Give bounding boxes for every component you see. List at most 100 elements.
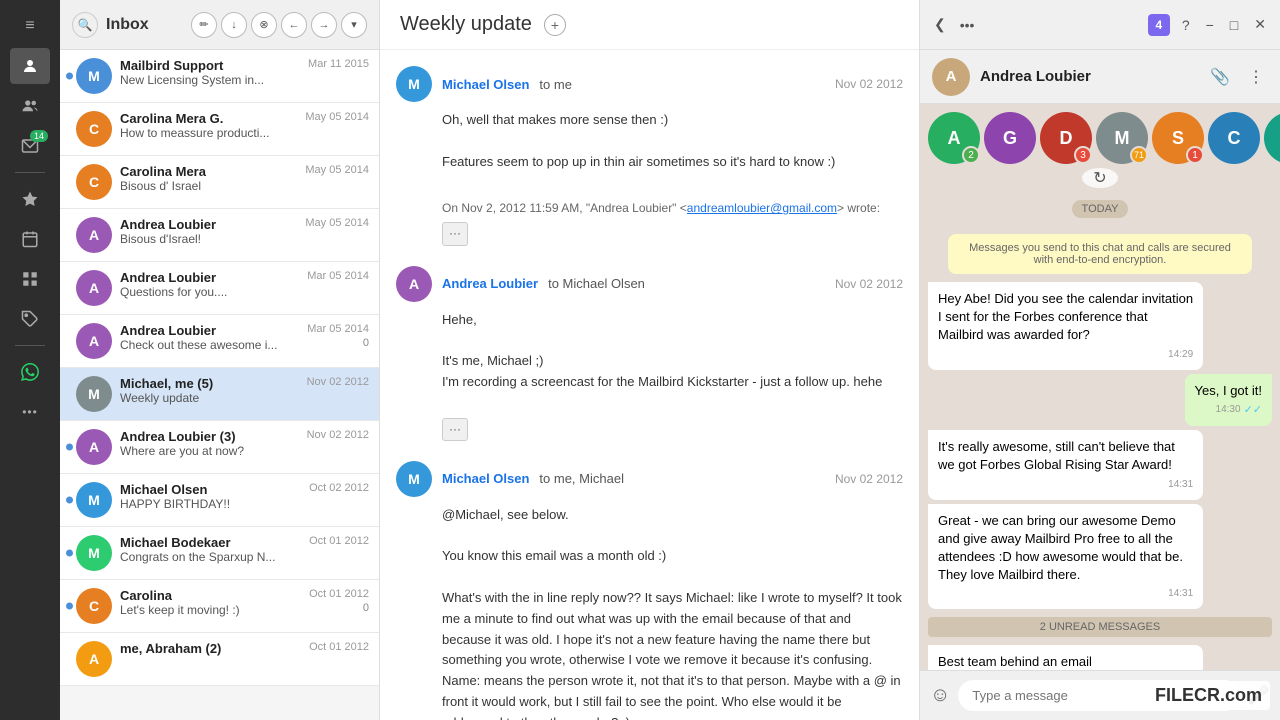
email-subject: Congrats on the Sparxup N... — [120, 550, 309, 564]
email-item-5[interactable]: A Andrea Loubier Questions for you.... M… — [60, 262, 379, 315]
avatar: M — [76, 376, 112, 412]
email-item-1[interactable]: M Mailbird Support New Licensing System … — [60, 50, 379, 103]
email-item-2[interactable]: C Carolina Mera G. How to meassure produ… — [60, 103, 379, 156]
sidebar-more[interactable]: ••• — [10, 394, 50, 430]
email-item-4[interactable]: A Andrea Loubier Bisous d'Israel! May 05… — [60, 209, 379, 262]
sidebar-contacts[interactable] — [10, 88, 50, 124]
email-date: Mar 05 2014 — [307, 323, 369, 335]
email-content: Andrea Loubier (3) Where are you at now? — [120, 429, 307, 458]
email-item-8[interactable]: A Andrea Loubier (3) Where are you at no… — [60, 421, 379, 474]
email-sender: Andrea Loubier — [120, 323, 307, 338]
close-button[interactable]: ✕ — [1250, 12, 1270, 37]
chat-dots-button[interactable]: ••• — [956, 13, 979, 37]
refresh-button[interactable]: ↻ — [1082, 168, 1118, 188]
expand-quote-button[interactable]: ··· — [442, 222, 468, 245]
mic-button[interactable]: 🎤 — [1248, 685, 1270, 706]
unread-messages-divider: 2 UNREAD MESSAGES — [928, 617, 1272, 637]
msg-line: Hehe, — [442, 310, 903, 331]
add-thread-button[interactable]: + — [544, 14, 566, 36]
email-content: me, Abraham (2) — [120, 641, 309, 656]
contact-badge: 2 — [962, 146, 980, 164]
attach-icon[interactable]: 📎 — [1206, 63, 1234, 91]
chat-date-divider: TODAY — [928, 200, 1272, 218]
chat-input[interactable] — [958, 680, 1239, 711]
email-item-9[interactable]: M Michael Olsen HAPPY BIRTHDAY!! Oct 02 … — [60, 474, 379, 527]
bubble-time: 14:29 — [938, 348, 1193, 362]
forward-button[interactable]: → — [311, 12, 337, 38]
contact-2[interactable]: G — [984, 112, 1036, 164]
sidebar-hamburger[interactable]: ≡ — [10, 8, 50, 44]
delete-button[interactable]: ⊗ — [251, 12, 277, 38]
contact-7[interactable]: B — [1264, 112, 1280, 164]
sidebar-mail[interactable]: 14 — [10, 128, 50, 164]
message-block-1: M Michael Olsen to me Nov 02 2012 Oh, we… — [396, 66, 903, 246]
email-sender: Andrea Loubier — [120, 217, 305, 232]
email-meta: May 05 2014 — [305, 217, 369, 229]
avatar: A — [76, 641, 112, 677]
compose-button[interactable]: ✏ — [191, 12, 217, 38]
email-content: Mailbird Support New Licensing System in… — [120, 58, 308, 87]
chat-bubble-2: Yes, I got it! 14:30 ✓✓ — [1185, 374, 1272, 427]
contact-badge: 71 — [1130, 146, 1148, 164]
msg-sender: Andrea Loubier — [442, 276, 538, 291]
thread-messages: M Michael Olsen to me Nov 02 2012 Oh, we… — [380, 50, 919, 720]
msg-body: Oh, well that makes more sense then :) F… — [396, 110, 903, 246]
emoji-button[interactable]: ☺ — [930, 684, 950, 707]
msg-line: It's me, Michael ;) — [442, 351, 903, 372]
sidebar-calendar[interactable] — [10, 221, 50, 257]
chat-back-button[interactable]: ❮ — [930, 12, 950, 37]
contact-5[interactable]: S 1 — [1152, 112, 1204, 164]
sidebar: ≡ 14 ••• — [0, 0, 60, 720]
search-button[interactable]: 🔍 — [72, 12, 98, 38]
email-date: May 05 2014 — [305, 164, 369, 176]
contact-avatar: B — [1264, 112, 1280, 164]
email-date: Mar 05 2014 — [307, 270, 369, 282]
bubble-time: 14:31 — [938, 478, 1193, 492]
contact-6[interactable]: C — [1208, 112, 1260, 164]
msg-avatar: M — [396, 461, 432, 497]
sidebar-star[interactable] — [10, 181, 50, 217]
contact-1[interactable]: A 2 — [928, 112, 980, 164]
encryption-notice: Messages you send to this chat and calls… — [948, 234, 1252, 274]
email-subject: Check out these awesome i... — [120, 338, 307, 352]
avatar: M — [76, 58, 112, 94]
sidebar-whatsapp[interactable] — [10, 354, 50, 390]
unread-dot — [66, 444, 73, 451]
email-content: Andrea Loubier Bisous d'Israel! — [120, 217, 305, 246]
email-item-11[interactable]: C Carolina Let's keep it moving! :) Oct … — [60, 580, 379, 633]
bubble-time: 14:30 ✓✓ — [1195, 403, 1262, 418]
msg-to: to me — [539, 77, 572, 92]
email-item-12[interactable]: A me, Abraham (2) Oct 01 2012 — [60, 633, 379, 686]
more-button[interactable]: ▾ — [341, 12, 367, 38]
email-item-7[interactable]: M Michael, me (5) Weekly update Nov 02 2… — [60, 368, 379, 421]
email-item-3[interactable]: C Carolina Mera Bisous d' Israel May 05 … — [60, 156, 379, 209]
msg-line: @Michael, see below. — [442, 505, 903, 526]
email-content: Michael Bodekaer Congrats on the Sparxup… — [120, 535, 309, 564]
msg-sender: Michael Olsen — [442, 471, 529, 486]
sidebar-apps[interactable] — [10, 261, 50, 297]
email-count: 0 — [363, 602, 369, 614]
contact-4[interactable]: M 71 — [1096, 112, 1148, 164]
email-content: Carolina Mera Bisous d' Israel — [120, 164, 305, 193]
contact-3[interactable]: D 3 — [1040, 112, 1092, 164]
email-item-6[interactable]: A Andrea Loubier Check out these awesome… — [60, 315, 379, 368]
maximize-button[interactable]: □ — [1226, 13, 1242, 37]
email-subject: Let's keep it moving! :) — [120, 603, 309, 617]
message-header: M Michael Olsen to me Nov 02 2012 — [396, 66, 903, 102]
email-sender: Andrea Loubier (3) — [120, 429, 307, 444]
sidebar-people[interactable] — [10, 48, 50, 84]
chat-help-button[interactable]: ? — [1178, 13, 1194, 37]
email-sender: Michael Bodekaer — [120, 535, 309, 550]
minimize-button[interactable]: − — [1202, 13, 1218, 37]
msg-date: Nov 02 2012 — [835, 77, 903, 91]
sidebar-tags[interactable] — [10, 301, 50, 337]
email-subject: Where are you at now? — [120, 444, 307, 458]
expand-quote-button[interactable]: ··· — [442, 418, 468, 441]
chat-header: A Andrea Loubier 📎 ⋮ — [920, 50, 1280, 104]
avatar: C — [76, 588, 112, 624]
chat-more-icon[interactable]: ⋮ — [1244, 63, 1268, 91]
download-button[interactable]: ↓ — [221, 12, 247, 38]
email-item-10[interactable]: M Michael Bodekaer Congrats on the Sparx… — [60, 527, 379, 580]
back-button[interactable]: ← — [281, 12, 307, 38]
email-link[interactable]: andreamloubier@gmail.com — [687, 201, 837, 215]
